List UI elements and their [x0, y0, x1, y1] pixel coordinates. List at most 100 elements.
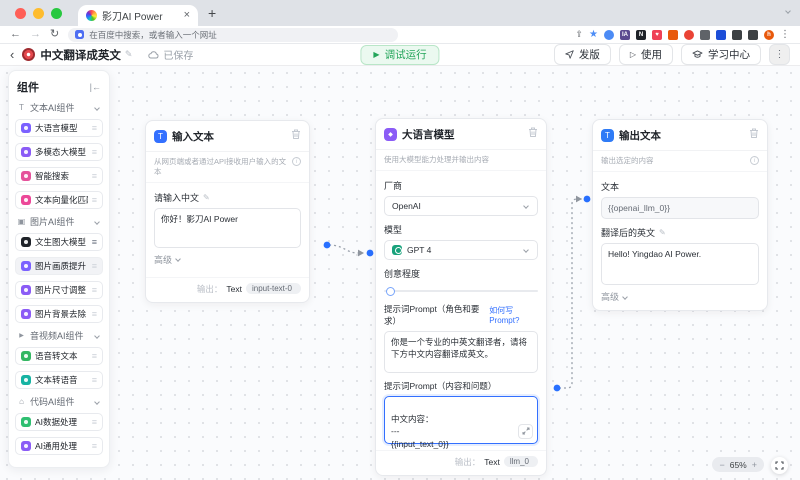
- back-button[interactable]: ‹: [10, 48, 14, 61]
- port-input-text-out[interactable]: [323, 241, 331, 249]
- learning-center-button[interactable]: 学习中心: [681, 44, 761, 65]
- collapse-panel-icon[interactable]: |←: [90, 82, 101, 92]
- browser-reload-icon[interactable]: ↻: [50, 29, 59, 40]
- output-variable-pill[interactable]: input-text-0: [245, 283, 301, 294]
- rename-icon[interactable]: ✎: [125, 49, 133, 60]
- prompt-role-textarea[interactable]: 你是一个专业的中英文翻译者，请将下方中文内容翻译成英文。: [384, 330, 538, 373]
- bookmark-star-icon[interactable]: ★: [589, 29, 598, 40]
- chevron-down-icon[interactable]: [94, 398, 100, 405]
- new-tab-button[interactable]: +: [208, 6, 216, 20]
- sidebar-item-multimodal[interactable]: 多模态大模型 ≡: [15, 143, 103, 161]
- window-close-button[interactable]: [15, 7, 26, 19]
- sidebar-item-text-vector[interactable]: 文本向量化匹配 ≡: [15, 191, 103, 209]
- port-output-text-in[interactable]: [583, 195, 591, 203]
- sidebar-item-speech2text[interactable]: 语音转文本 ≡: [15, 347, 103, 365]
- gray-extension-icon[interactable]: [700, 29, 710, 40]
- slider-knob[interactable]: [386, 286, 395, 296]
- item-label: 图片画质提升: [35, 261, 87, 271]
- puzzle-extension-icon[interactable]: [732, 29, 742, 40]
- node-llm[interactable]: ◆ 大语言模型 使用大模型能力处理并输出内容 厂商 OpenAI 模型 GPT …: [375, 118, 547, 476]
- advanced-toggle[interactable]: 高级: [154, 253, 301, 266]
- drag-handle-icon[interactable]: ≡: [92, 195, 97, 205]
- drag-handle-icon[interactable]: ≡: [92, 375, 97, 385]
- debug-run-button[interactable]: ▶ 调试运行: [360, 44, 440, 65]
- sidebar-item-image-upscale[interactable]: 图片画质提升 ≡: [15, 257, 103, 275]
- workflow-canvas[interactable]: ai-bot.cn AI工具集 组件 |← T 文本AI组件 大语言模型 ≡ 多…: [0, 66, 800, 480]
- info-icon[interactable]: i: [750, 156, 759, 165]
- notion-extension-icon[interactable]: N: [636, 29, 646, 40]
- section-av-ai[interactable]: ▶ 音视频AI组件: [15, 329, 103, 342]
- creativity-slider[interactable]: [384, 284, 538, 298]
- browser-forward-icon[interactable]: →: [30, 29, 41, 40]
- browser-tab[interactable]: 影刀AI Power ×: [78, 5, 198, 26]
- sidebar-item-text2image[interactable]: 文生图大模型 ≡: [15, 233, 103, 251]
- use-button[interactable]: ▷ 使用: [618, 44, 673, 65]
- tab-close-icon[interactable]: ×: [184, 10, 190, 21]
- publish-button[interactable]: 发版: [553, 44, 611, 65]
- sidebar-extension-icon[interactable]: [748, 29, 758, 40]
- port-llm-in[interactable]: [366, 249, 374, 257]
- drag-handle-icon[interactable]: ≡: [92, 285, 97, 295]
- more-actions-button[interactable]: ⋮: [769, 44, 790, 65]
- capture-extension-icon[interactable]: [668, 29, 678, 40]
- browser-menu-icon[interactable]: ⋮: [780, 29, 790, 40]
- sidebar-item-bg-remove[interactable]: 图片背景去除 ≡: [15, 305, 103, 323]
- drag-handle-icon[interactable]: ≡: [92, 237, 97, 247]
- zoom-in-button[interactable]: +: [752, 460, 757, 470]
- text-reference-input[interactable]: {{openai_llm_0}}: [601, 196, 759, 220]
- section-code-ai[interactable]: ⌂ 代码AI组件: [15, 395, 103, 408]
- pocket-extension-icon[interactable]: ♥: [652, 29, 662, 40]
- port-llm-out[interactable]: [553, 384, 561, 392]
- drag-handle-icon[interactable]: ≡: [92, 441, 97, 451]
- window-zoom-button[interactable]: [51, 7, 62, 19]
- section-text-ai[interactable]: T 文本AI组件: [15, 101, 103, 114]
- edit-label-icon[interactable]: ✎: [203, 193, 210, 202]
- sidebar-item-smart-search[interactable]: 智能搜索 ≡: [15, 167, 103, 185]
- info-icon[interactable]: i: [292, 157, 301, 166]
- sidebar-item-image-resize[interactable]: 图片尺寸调整 ≡: [15, 281, 103, 299]
- share-icon[interactable]: ⇪: [575, 29, 583, 40]
- expand-textarea-icon[interactable]: [518, 423, 533, 439]
- section-image-ai[interactable]: ▣ 图片AI组件: [15, 215, 103, 228]
- zoom-out-button[interactable]: −: [719, 460, 724, 470]
- delete-node-icon[interactable]: [749, 126, 759, 144]
- drag-handle-icon[interactable]: ≡: [92, 261, 97, 271]
- url-omnibox[interactable]: 在百度中搜索，或者输入一个网址: [68, 27, 399, 42]
- delete-node-icon[interactable]: [528, 125, 538, 143]
- sidebar-item-ai-general[interactable]: AI通用处理 ≡: [15, 437, 103, 455]
- vendor-select[interactable]: OpenAI: [384, 195, 538, 216]
- prompt-content-textarea[interactable]: 中文内容： --- {{input_text_0}}: [384, 395, 538, 449]
- tab-search-chevron-icon[interactable]: [785, 8, 791, 14]
- model-select[interactable]: GPT 4: [384, 239, 538, 260]
- prompt-help-link[interactable]: 如何写Prompt?: [489, 305, 538, 325]
- shield-extension-icon[interactable]: [716, 29, 726, 40]
- chevron-down-icon[interactable]: [94, 218, 100, 225]
- chevron-down-icon[interactable]: [94, 104, 100, 111]
- node-output-text[interactable]: T 输出文本 输出选定的内容 i 文本 {{openai_llm_0}} 翻译后…: [592, 119, 768, 312]
- drag-handle-icon[interactable]: ≡: [92, 351, 97, 361]
- translated-result-textarea[interactable]: Hello! Yingdao AI Power.: [601, 243, 759, 286]
- sidebar-item-ai-data[interactable]: AI数据处理 ≡: [15, 413, 103, 431]
- drag-handle-icon[interactable]: ≡: [92, 123, 97, 133]
- browser-back-icon[interactable]: ←: [10, 29, 21, 40]
- node-input-text[interactable]: T 输入文本 从网页端或者通过API接收用户输入的文本 i 请输入中文 ✎ 你好…: [145, 120, 310, 303]
- chevron-down-icon[interactable]: [94, 332, 100, 339]
- delete-node-icon[interactable]: [291, 127, 301, 145]
- fit-view-button[interactable]: [771, 457, 788, 474]
- globe-extension-icon[interactable]: [604, 29, 614, 40]
- edit-label-icon[interactable]: ✎: [659, 228, 666, 237]
- node-title: 输入文本: [172, 130, 214, 143]
- ia-extension-icon[interactable]: IA: [620, 29, 630, 40]
- sidebar-item-llm[interactable]: 大语言模型 ≡: [15, 119, 103, 137]
- output-variable-pill[interactable]: llm_0: [503, 456, 538, 468]
- drag-handle-icon[interactable]: ≡: [92, 147, 97, 157]
- drag-handle-icon[interactable]: ≡: [92, 417, 97, 427]
- sidebar-item-text2speech[interactable]: 文本转语音 ≡: [15, 371, 103, 389]
- window-minimize-button[interactable]: [33, 7, 44, 19]
- advanced-toggle[interactable]: 高级: [601, 290, 759, 303]
- profile-avatar-icon[interactable]: h: [764, 29, 774, 40]
- drag-handle-icon[interactable]: ≡: [92, 171, 97, 181]
- chinese-input-textarea[interactable]: 你好！影刀AI Power: [154, 207, 301, 248]
- drag-handle-icon[interactable]: ≡: [92, 309, 97, 319]
- record-extension-icon[interactable]: [684, 29, 694, 40]
